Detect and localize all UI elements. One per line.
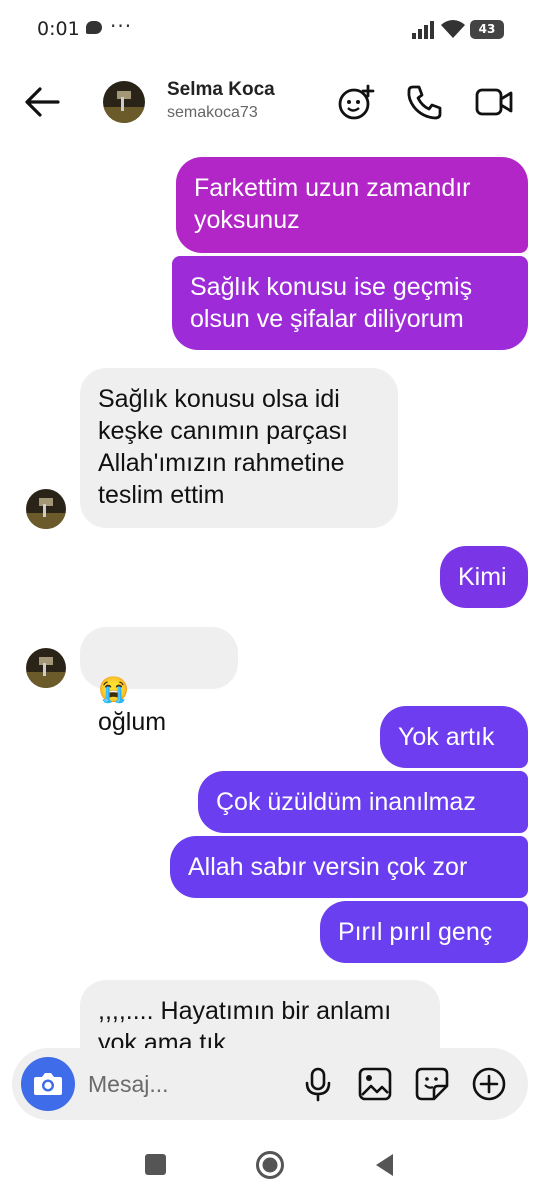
message-bubble-incoming[interactable]: Sağlık konusu olsa idi keşke canımın par… — [80, 368, 398, 528]
message-bubble-outgoing[interactable]: Farkettim uzun zamandır yoksunuz — [176, 157, 528, 253]
avatar[interactable] — [26, 489, 66, 529]
avatar[interactable] — [26, 648, 66, 688]
message-list[interactable]: Farkettim uzun zamandır yoksunuz Sağlık … — [0, 146, 540, 1050]
plus-icon[interactable] — [471, 1066, 507, 1102]
contact-name[interactable]: Selma Koca — [167, 79, 275, 101]
message-input[interactable] — [88, 1067, 278, 1101]
message-bubble-incoming[interactable]: ,,,,.... Hayatımın bir anlamı yok ama tı… — [80, 980, 440, 1050]
more-notifications-icon: ··· — [110, 14, 133, 38]
contact-handle[interactable]: semakoca73 — [167, 104, 258, 122]
microphone-icon[interactable] — [300, 1066, 336, 1102]
back-arrow-icon[interactable] — [22, 84, 62, 120]
video-icon[interactable] — [474, 82, 514, 122]
home-button[interactable] — [255, 1150, 285, 1180]
message-bubble-outgoing[interactable]: Yok artık — [380, 706, 528, 768]
sticker-icon[interactable] — [414, 1066, 450, 1102]
chat-header: Selma Koca semakoca73 — [0, 60, 540, 146]
signal-icon — [412, 21, 434, 39]
message-bubble-incoming[interactable]: 😭 oğlum — [80, 627, 238, 736]
message-bubble-outgoing[interactable]: Kimi — [440, 546, 528, 608]
message-bubble-outgoing[interactable]: Pırıl pırıl genç — [320, 901, 528, 963]
system-nav-bar — [0, 1130, 540, 1200]
image-icon[interactable] — [357, 1066, 393, 1102]
message-text: oğlum — [98, 708, 167, 736]
message-bubble-outgoing[interactable]: Allah sabır versin çok zor — [170, 836, 528, 898]
avatar[interactable] — [103, 81, 145, 123]
camera-button[interactable] — [21, 1057, 75, 1111]
status-bar: 0:01 ··· 43 — [0, 0, 540, 60]
message-bubble-outgoing[interactable]: Sağlık konusu ise geçmiş olsun ve şifala… — [172, 256, 528, 350]
crying-emoji: 😭 — [98, 676, 130, 704]
back-button[interactable] — [373, 1152, 395, 1178]
message-bubble-outgoing[interactable]: Çok üzüldüm inanılmaz — [198, 771, 528, 833]
wifi-icon — [441, 20, 465, 38]
add-user-icon[interactable] — [336, 82, 376, 122]
message-composer — [12, 1048, 528, 1120]
camera-icon — [34, 1073, 62, 1095]
phone-icon[interactable] — [404, 82, 444, 122]
battery-icon: 43 — [470, 20, 504, 39]
status-time: 0:01 — [37, 18, 80, 40]
recent-apps-button[interactable] — [145, 1154, 166, 1175]
chat-notification-icon — [86, 21, 102, 34]
